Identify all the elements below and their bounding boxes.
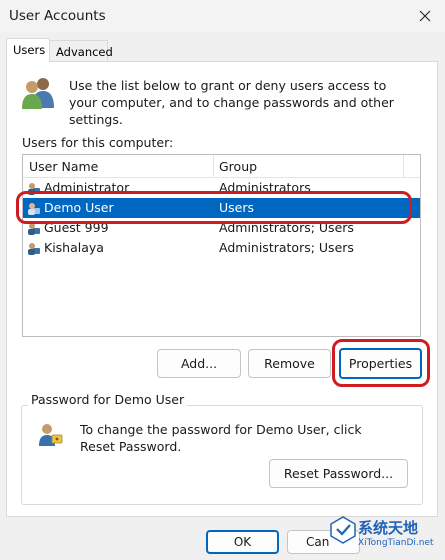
password-group-title: Password for Demo User	[28, 392, 188, 407]
column-header-group[interactable]: Group	[219, 159, 257, 174]
column-divider[interactable]	[213, 155, 214, 178]
info-text: Use the list below to grant or deny user…	[69, 78, 394, 127]
column-divider[interactable]	[403, 155, 404, 178]
user-name: Kishalaya	[44, 240, 104, 255]
users-list-label: Users for this computer:	[22, 135, 174, 150]
column-header-user-name[interactable]: User Name	[29, 159, 98, 174]
watermark-icon	[330, 516, 356, 544]
ok-button[interactable]: OK	[206, 530, 279, 554]
password-key-icon	[37, 421, 63, 447]
window-title: User Accounts	[9, 8, 106, 24]
user-icon	[28, 243, 40, 255]
remove-button[interactable]: Remove	[248, 349, 331, 378]
add-button[interactable]: Add...	[157, 349, 241, 378]
table-row[interactable]: Kishalaya Administrators; Users	[23, 239, 420, 259]
tab-users[interactable]: Users	[6, 38, 50, 62]
highlight-ring-properties	[332, 339, 430, 387]
watermark-text: 系统天地	[358, 519, 419, 537]
password-group	[21, 405, 423, 505]
password-info-text: To change the password for Demo User, cl…	[80, 422, 362, 454]
highlight-ring-selected-row	[16, 191, 412, 224]
close-button[interactable]	[405, 0, 445, 32]
users-group-icon	[20, 74, 56, 110]
tab-advanced[interactable]: Advanced	[50, 40, 113, 62]
watermark-logo: 系统天地 XiTongTianDi.net	[330, 514, 445, 560]
reset-password-button[interactable]: Reset Password...	[269, 459, 408, 488]
watermark-url: XiTongTianDi.net	[358, 538, 434, 548]
close-icon	[419, 10, 431, 22]
user-group: Administrators; Users	[219, 240, 354, 255]
